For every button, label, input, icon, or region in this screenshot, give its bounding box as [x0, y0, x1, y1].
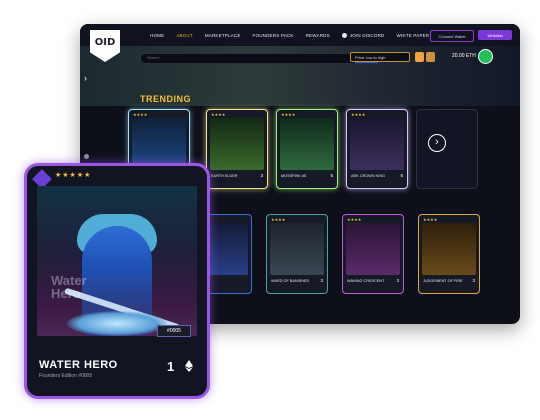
card-name: WANING CRESCENT	[347, 279, 385, 283]
card-art	[210, 118, 264, 170]
card-art	[270, 223, 324, 275]
card-price: 3	[472, 278, 475, 283]
card-price: 3	[396, 278, 399, 283]
rarity-stars: ★★★★	[211, 112, 226, 117]
card-name: WARD OF BANISHED	[271, 279, 310, 283]
sidebar-dot-icon	[84, 154, 89, 159]
featured-stars: ★★★★★	[55, 172, 92, 179]
search-input[interactable]: Search	[147, 55, 160, 60]
featured-art: Water Hero	[37, 186, 197, 336]
discord-icon	[341, 32, 347, 38]
nav-home[interactable]: HOME	[150, 33, 164, 38]
card-price: 5	[400, 173, 403, 178]
featured-title: WATER HERO	[39, 359, 118, 371]
nav-menu: HOME ABOUT MARKETPLACE FOUNDERS PACK REW…	[150, 24, 429, 46]
nav-rewards[interactable]: REWARDS	[306, 33, 330, 38]
card-art	[422, 223, 476, 275]
trending-card[interactable]: ★★★★ MOSSFINK #5 5	[276, 109, 338, 189]
grid-card[interactable]: ★★★★ WARD OF BANISHED 3	[266, 214, 328, 294]
rarity-stars: ★★★★	[423, 217, 438, 222]
rarity-stars: ★★★★	[133, 112, 148, 117]
list-view-icon[interactable]	[426, 52, 435, 62]
next-arrow-icon[interactable]: ›	[428, 134, 446, 152]
discord-label: JOIN DISCORD	[349, 32, 385, 38]
featured-price: 1	[167, 359, 175, 374]
featured-subtitle: Founders Edition #0005	[39, 373, 93, 379]
card-price: 5	[330, 173, 333, 178]
card-price: 3	[320, 278, 323, 283]
eth-icon	[185, 360, 193, 372]
card-name: MOSSFINK #5	[281, 174, 307, 178]
grid-card[interactable]: ★★★★ WANING CRESCENT 3	[342, 214, 404, 294]
search-bar[interactable]: Search SEARCH	[140, 53, 382, 64]
sort-dropdown[interactable]: Price: low to high	[350, 52, 410, 62]
nav-founders-pack[interactable]: FOUNDERS PACK	[253, 33, 294, 38]
grid-card[interactable]: ★★★★ JUDGEMENT OF FIRE 3	[418, 214, 480, 294]
grid-view-icon[interactable]	[415, 52, 424, 62]
card-art	[350, 118, 404, 170]
card-art	[346, 223, 400, 275]
card-name: EARTH ELDER	[211, 174, 238, 178]
card-name: ARK CROWN KING	[351, 174, 385, 178]
featured-id-badge: #0005	[157, 325, 191, 337]
water-splash	[67, 311, 167, 336]
trending-card[interactable]: ★★★★ EARTH ELDER 3	[206, 109, 268, 189]
rarity-stars: ★★★★	[347, 217, 362, 222]
nav-marketplace[interactable]: MARKETPLACE	[205, 33, 241, 38]
card-art	[280, 118, 334, 170]
nav-discord[interactable]: JOIN DISCORD	[341, 32, 385, 38]
avatar[interactable]	[478, 49, 493, 64]
nav-about[interactable]: ABOUT	[176, 33, 193, 38]
sidebar-toggle-icon[interactable]: ›	[84, 74, 92, 83]
trending-title: TRENDING	[140, 94, 191, 104]
rarity-stars: ★★★★	[281, 112, 296, 117]
rarity-stars: ★★★★	[351, 112, 366, 117]
rarity-stars: ★★★★	[271, 217, 286, 222]
top-nav: HOME ABOUT MARKETPLACE FOUNDERS PACK REW…	[80, 24, 520, 47]
trending-card-placeholder	[416, 109, 478, 189]
trending-card[interactable]: ★★★★ ARK CROWN KING 5	[346, 109, 408, 189]
eth-balance: 20.00 ETH	[452, 53, 476, 59]
ghost-title: Water Hero	[51, 273, 87, 301]
featured-card[interactable]: ★★★★★ Water Hero #0005 WATER HERO Founde…	[24, 163, 210, 399]
whitelist-button[interactable]: Whitelist	[478, 30, 512, 40]
connect-wallet-button[interactable]: Connect Wallet	[430, 30, 474, 42]
card-price: 3	[260, 173, 263, 178]
card-name: JUDGEMENT OF FIRE	[423, 279, 463, 283]
nav-whitepaper[interactable]: WHITE PAPER	[396, 33, 429, 38]
